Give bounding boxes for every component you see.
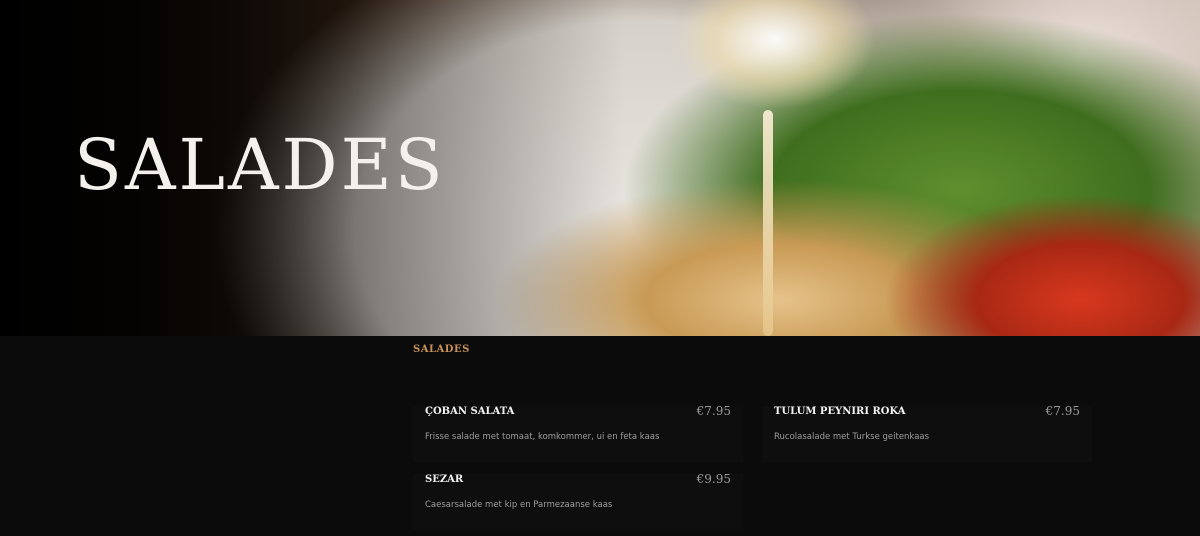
menu-category-heading: SALADES	[413, 344, 470, 355]
menu-item-name: SEZAR	[425, 474, 464, 485]
menu-item-description: Caesarsalade met kip en Parmezaanse kaas	[425, 500, 613, 510]
menu-item-description: Frisse salade met tomaat, komkommer, ui …	[425, 432, 660, 442]
menu-item-description: Rucolasalade met Turkse geitenkaas	[774, 432, 930, 442]
menu-item-price: €9.95	[696, 472, 731, 486]
menu-item-sezar: SEZAR €9.95 Caesarsalade met kip en Parm…	[413, 472, 743, 530]
menu-item-tulum-peyniri-roka: TULUM PEYNIRI ROKA €7.95 Rucolasalade me…	[762, 404, 1092, 462]
menu-item-name: TULUM PEYNIRI ROKA	[774, 406, 906, 417]
menu-item-coban-salata: ÇOBAN SALATA €7.95 Frisse salade met tom…	[413, 404, 743, 462]
menu-item-price: €7.95	[1045, 404, 1080, 418]
menu-item-price: €7.95	[696, 404, 731, 418]
menu-section: SALADES ÇOBAN SALATA €7.95 Frisse salade…	[0, 336, 1200, 536]
page-title: SALADES	[74, 124, 446, 206]
hero-banner: SALADES	[0, 0, 1200, 336]
menu-item-name: ÇOBAN SALATA	[425, 406, 515, 417]
